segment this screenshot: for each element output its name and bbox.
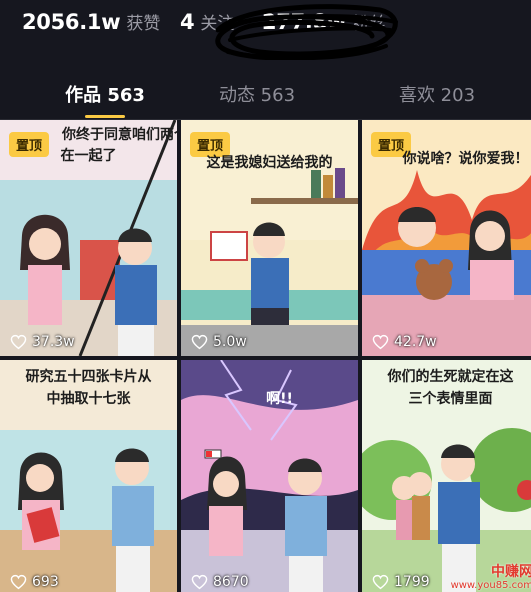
active-tab-indicator (85, 115, 125, 118)
heart-outline-icon (372, 574, 389, 590)
video-caption-line2: 在一起了 (60, 148, 117, 164)
followers-stat[interactable]: 277.8w 粉丝 (262, 9, 386, 34)
video-caption-line1: 啊!! (266, 391, 293, 407)
like-count: 693 (10, 574, 59, 590)
tab-dynamics[interactable]: 动态 563 (177, 81, 337, 107)
likes-label: 获赞 (126, 14, 161, 34)
heart-outline-icon (10, 574, 27, 590)
heart-outline-icon (191, 334, 208, 350)
video-caption-line2: 中抽取十七张 (46, 391, 131, 407)
video-caption-line1: 你终于同意咱们两个 (62, 127, 177, 143)
heart-outline-icon (191, 574, 208, 590)
like-count-text: 693 (32, 574, 59, 590)
profile-tabs: 作品 563 动态 563 喜欢 203 (0, 60, 531, 120)
video-caption-line1: 你们的生死就定在这 (387, 369, 514, 385)
like-count-text: 8670 (213, 574, 249, 590)
like-count: 8670 (191, 574, 249, 590)
watermark-brand: 中赚网 (491, 564, 531, 580)
like-count-text: 5.0w (213, 334, 247, 350)
tab-works[interactable]: 作品 563 (25, 81, 185, 107)
followers-count: 277.8w (262, 10, 347, 34)
like-count: 37.3w (10, 334, 75, 350)
video-thumbnail[interactable]: 研究五十四张卡片从 中抽取十七张 693 (0, 360, 177, 592)
video-thumbnail[interactable]: 啊!! 8670 (181, 360, 358, 592)
video-thumbnail[interactable]: 置顶 你说啥？说你爱我！ 42.7w (362, 120, 531, 356)
likes-count: 2056.1w (22, 10, 121, 34)
like-count-text: 42.7w (394, 334, 437, 350)
video-caption-line1: 这是我媳妇送给我的 (206, 155, 333, 171)
tab-likes[interactable]: 喜欢 203 (357, 81, 517, 107)
like-count: 42.7w (372, 334, 437, 350)
heart-outline-icon (372, 334, 389, 350)
followers-label: 粉丝 (352, 14, 387, 34)
video-thumbnail[interactable]: 置顶 这是我媳妇送给我的 5.0w (181, 120, 358, 356)
video-thumbnail[interactable]: 你们的生死就定在这 三个表情里面 1799 中赚网 www.you85.com (362, 360, 531, 592)
video-caption-line1: 研究五十四张卡片从 (25, 369, 152, 385)
like-count-text: 1799 (394, 574, 430, 590)
site-watermark: 中赚网 www.you85.com (450, 564, 531, 592)
profile-stats: 2056.1w 获赞 4 关注 277.8w 粉丝 (0, 0, 531, 61)
following-count: 4 (180, 10, 195, 34)
likes-stat[interactable]: 2056.1w 获赞 (22, 9, 160, 34)
like-count: 1799 (372, 574, 430, 590)
video-grid: 置顶 你终于同意咱们两个 在一起了 37.3w 置顶 这是我媳妇送给我的 5.0… (0, 120, 531, 592)
like-count-text: 37.3w (32, 334, 75, 350)
like-count: 5.0w (191, 334, 247, 350)
following-label: 关注 (200, 14, 235, 34)
video-caption-line2: 三个表情里面 (408, 391, 493, 407)
video-caption-line1: 你说啥？说你爱我！ (402, 151, 529, 167)
following-stat[interactable]: 4 关注 (180, 9, 234, 34)
video-thumbnail[interactable]: 置顶 你终于同意咱们两个 在一起了 37.3w (0, 120, 177, 356)
heart-outline-icon (10, 334, 27, 350)
watermark-url: www.you85.com (450, 580, 531, 591)
